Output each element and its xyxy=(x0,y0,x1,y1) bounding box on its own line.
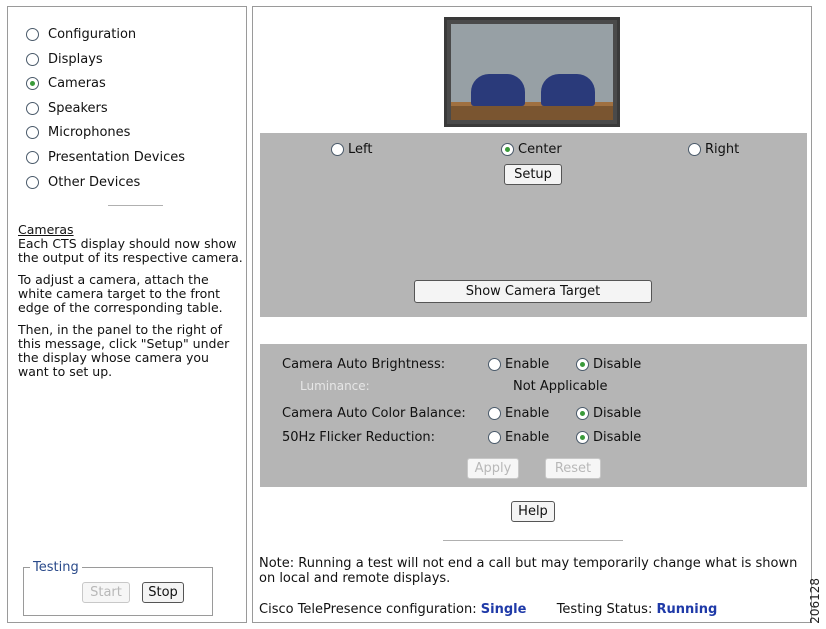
status-line: Cisco TelePresence configuration: Single… xyxy=(259,602,717,617)
position-left[interactable]: Left xyxy=(331,142,372,157)
nav-item-label: Other Devices xyxy=(48,174,141,190)
nav-item-label: Microphones xyxy=(48,124,131,140)
chair-left xyxy=(471,74,525,106)
config-value: Single xyxy=(480,602,527,617)
flicker-reduction-enable-radio[interactable] xyxy=(488,431,501,444)
presentation-devices-radio[interactable] xyxy=(26,150,39,164)
testing-status-value: Running xyxy=(656,602,718,617)
auto-brightness-label: Camera Auto Brightness: xyxy=(282,357,446,372)
flicker-reduction-disable-radio[interactable] xyxy=(576,431,589,444)
testing-status-label: Testing Status: xyxy=(556,602,653,617)
start-button[interactable]: Start xyxy=(82,582,130,603)
enable-label: Enable xyxy=(505,430,550,445)
luminance-value: Not Applicable xyxy=(513,379,608,394)
nav-item-presentation-devices[interactable]: Presentation Devices xyxy=(26,147,185,167)
nav-item-label: Configuration xyxy=(48,26,137,42)
auto-brightness-enable[interactable]: Enable xyxy=(488,357,549,372)
nav-item-cameras[interactable]: Cameras xyxy=(26,73,106,93)
other-devices-radio[interactable] xyxy=(26,175,39,189)
disable-label: Disable xyxy=(593,406,642,421)
configuration-radio[interactable] xyxy=(26,27,39,41)
status-separator xyxy=(443,540,623,541)
help-paragraph-3: Then, in the panel to the right of this … xyxy=(18,322,230,379)
speakers-radio[interactable] xyxy=(26,101,39,115)
show-camera-target-button[interactable]: Show Camera Target xyxy=(414,280,652,303)
nav-separator xyxy=(108,205,163,206)
camera-preview xyxy=(444,17,620,127)
position-right[interactable]: Right xyxy=(688,142,739,157)
help-text: Cameras Each CTS display should now show… xyxy=(18,223,243,387)
reset-button[interactable]: Reset xyxy=(545,458,601,479)
nav-item-speakers[interactable]: Speakers xyxy=(26,98,108,118)
nav-item-displays[interactable]: Displays xyxy=(26,49,103,69)
left-panel: Configuration Displays Cameras Speakers … xyxy=(7,6,247,623)
camera-scene-image xyxy=(451,24,613,120)
position-left-radio[interactable] xyxy=(331,143,344,156)
auto-color-balance-enable-radio[interactable] xyxy=(488,407,501,420)
chair-right xyxy=(541,74,595,106)
flicker-reduction-enable[interactable]: Enable xyxy=(488,430,549,445)
auto-color-balance-enable[interactable]: Enable xyxy=(488,406,549,421)
camera-position-panel: Left Center Right Setup Show Camera Targ… xyxy=(260,133,807,317)
stop-button[interactable]: Stop xyxy=(142,582,184,603)
luminance-label: Luminance: xyxy=(300,379,370,393)
position-left-label: Left xyxy=(348,142,373,157)
help-paragraph-1: Each CTS display should now show the out… xyxy=(18,236,243,265)
enable-label: Enable xyxy=(505,357,550,372)
nav-item-label: Presentation Devices xyxy=(48,149,186,165)
auto-color-balance-disable-radio[interactable] xyxy=(576,407,589,420)
nav-item-label: Displays xyxy=(48,51,103,67)
figure-number: 206128 xyxy=(808,578,822,624)
microphones-radio[interactable] xyxy=(26,125,39,139)
nav-item-label: Cameras xyxy=(48,75,106,91)
camera-settings-panel: Camera Auto Brightness: Enable Disable L… xyxy=(260,344,807,487)
nav-item-configuration[interactable]: Configuration xyxy=(26,24,136,44)
disable-label: Disable xyxy=(593,430,642,445)
disable-label: Disable xyxy=(593,357,642,372)
auto-brightness-enable-radio[interactable] xyxy=(488,358,501,371)
help-title: Cameras xyxy=(18,222,74,237)
config-label: Cisco TelePresence configuration: xyxy=(259,602,477,617)
position-right-radio[interactable] xyxy=(688,143,701,156)
cameras-radio[interactable] xyxy=(26,76,39,90)
right-panel: Left Center Right Setup Show Camera Targ… xyxy=(252,6,812,623)
auto-color-balance-disable[interactable]: Disable xyxy=(576,406,641,421)
position-center[interactable]: Center xyxy=(501,142,562,157)
flicker-reduction-disable[interactable]: Disable xyxy=(576,430,641,445)
position-right-label: Right xyxy=(705,142,740,157)
nav-item-microphones[interactable]: Microphones xyxy=(26,122,130,142)
displays-radio[interactable] xyxy=(26,52,39,66)
nav-item-other-devices[interactable]: Other Devices xyxy=(26,172,140,192)
enable-label: Enable xyxy=(505,406,550,421)
test-note: Note: Running a test will not end a call… xyxy=(259,556,798,586)
nav-item-label: Speakers xyxy=(48,100,108,116)
help-button[interactable]: Help xyxy=(511,501,555,522)
testing-group: Testing Start Stop xyxy=(23,560,213,616)
position-center-radio[interactable] xyxy=(501,143,514,156)
auto-color-balance-label: Camera Auto Color Balance: xyxy=(282,406,466,421)
setup-button[interactable]: Setup xyxy=(504,164,562,185)
help-paragraph-2: To adjust a camera, attach the white cam… xyxy=(18,272,223,315)
auto-brightness-disable-radio[interactable] xyxy=(576,358,589,371)
auto-brightness-disable[interactable]: Disable xyxy=(576,357,641,372)
apply-button[interactable]: Apply xyxy=(467,458,519,479)
flicker-reduction-label: 50Hz Flicker Reduction: xyxy=(282,430,436,445)
testing-legend: Testing xyxy=(33,560,79,575)
position-center-label: Center xyxy=(518,142,562,157)
